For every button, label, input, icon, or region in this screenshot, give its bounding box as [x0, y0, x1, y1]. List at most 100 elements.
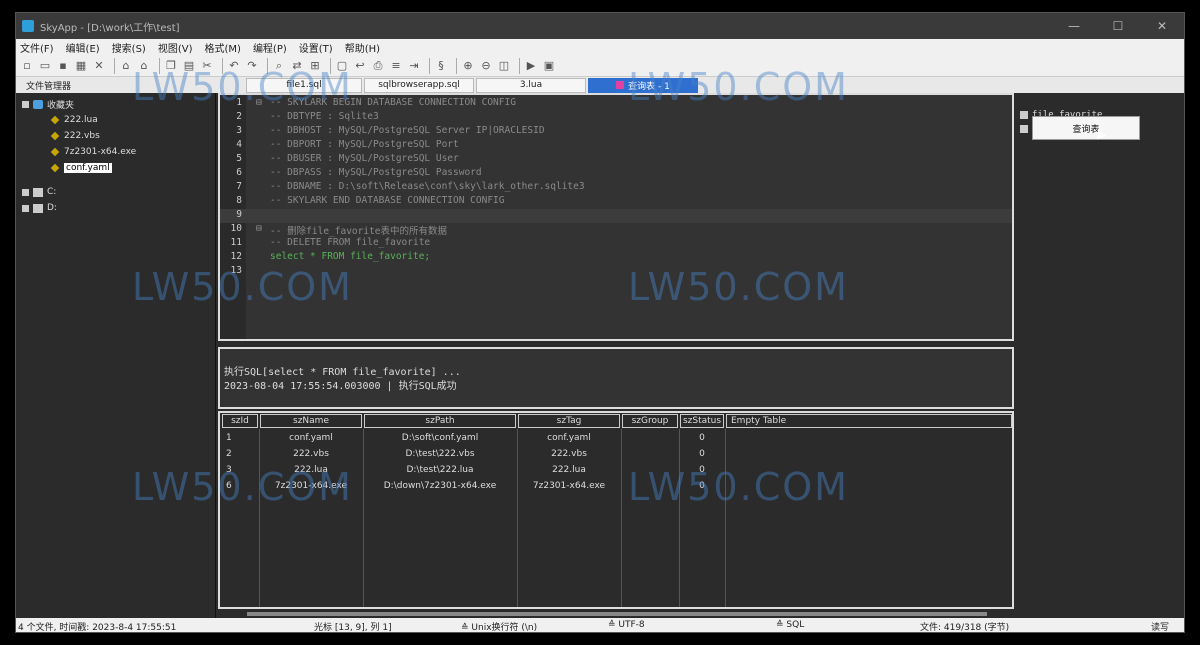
table-cell[interactable]: 0: [680, 431, 724, 445]
code-line[interactable]: 11 -- DELETE FROM file_favorite: [220, 237, 1012, 251]
tab-lua[interactable]: 3.lua: [476, 77, 586, 93]
table-cell[interactable]: 7z2301-x64.exe: [518, 479, 620, 493]
print-icon[interactable]: ⎙: [371, 59, 385, 73]
column-header[interactable]: szPath: [364, 414, 516, 428]
menu-view[interactable]: 视图(V): [158, 40, 193, 55]
column-header[interactable]: szTag: [518, 414, 620, 428]
save-icon[interactable]: ▪: [56, 59, 70, 73]
folder-icon[interactable]: ⌂: [137, 59, 151, 73]
code-line[interactable]: 3 -- DBHOST : MySQL/PostgreSQL Server IP|…: [220, 125, 1012, 139]
table-cell[interactable]: [622, 463, 678, 477]
table-cell[interactable]: 2: [222, 447, 258, 461]
table-cell[interactable]: [622, 447, 678, 461]
table-cell[interactable]: D:\soft\conf.yaml: [364, 431, 516, 445]
list-icon[interactable]: ≡: [389, 59, 403, 73]
context-menu-query-table[interactable]: 查询表: [1032, 116, 1140, 140]
table-cell[interactable]: 7z2301-x64.exe: [260, 479, 362, 493]
table-cell[interactable]: 1: [222, 431, 258, 445]
menu-edit[interactable]: 编辑(E): [66, 40, 100, 55]
code-line[interactable]: 9: [220, 209, 1012, 223]
replace-icon[interactable]: ⇄: [290, 59, 304, 73]
table-cell[interactable]: 222.vbs: [518, 447, 620, 461]
code-line[interactable]: 6 -- DBPASS : MySQL/PostgreSQL Password: [220, 167, 1012, 181]
symbol-icon[interactable]: §: [434, 59, 448, 73]
table-cell[interactable]: 3: [222, 463, 258, 477]
open-file-icon[interactable]: ▭: [38, 59, 52, 73]
undo-icon[interactable]: ↶: [227, 59, 241, 73]
table-cell[interactable]: 6: [222, 479, 258, 493]
tree-file[interactable]: 222.vbs: [50, 129, 100, 143]
fold-icon[interactable]: ⊟: [256, 223, 262, 234]
split-view-icon[interactable]: ◫: [497, 59, 511, 73]
table-cell[interactable]: D:\test\222.vbs: [364, 447, 516, 461]
code-line[interactable]: 13: [220, 265, 1012, 279]
table-cell[interactable]: 0: [680, 463, 724, 477]
table-cell[interactable]: conf.yaml: [518, 431, 620, 445]
table-cell[interactable]: [622, 431, 678, 445]
scrollbar-thumb[interactable]: [247, 612, 987, 616]
status-language[interactable]: ≙ SQL: [776, 620, 804, 630]
table-cell[interactable]: 222.lua: [260, 463, 362, 477]
table-cell[interactable]: 222.vbs: [260, 447, 362, 461]
close-file-icon[interactable]: ✕: [92, 59, 106, 73]
table-cell[interactable]: 0: [680, 447, 724, 461]
tab-file1-sql[interactable]: file1.sql: [246, 77, 362, 93]
status-encoding[interactable]: ≙ UTF-8: [608, 620, 645, 630]
table-cell[interactable]: [622, 479, 678, 493]
tree-drive-d[interactable]: D:: [22, 201, 57, 215]
code-line[interactable]: 4 -- DBPORT : MySQL/PostgreSQL Port: [220, 139, 1012, 153]
copy-icon[interactable]: ❐: [164, 59, 178, 73]
minimize-button[interactable]: —: [1052, 13, 1096, 39]
column-header[interactable]: Empty Table: [726, 414, 1012, 428]
zoom-out-icon[interactable]: ⊖: [479, 59, 493, 73]
tab-sqlbrowserapp-sql[interactable]: sqlbrowserapp.sql: [364, 77, 474, 93]
close-button[interactable]: ✕: [1140, 13, 1184, 39]
status-line-ending[interactable]: ≙ Unix换行符 (\n): [461, 620, 537, 632]
expand-toggle-icon[interactable]: [22, 204, 29, 212]
tree-drive-c[interactable]: C:: [22, 185, 56, 199]
menu-settings[interactable]: 设置(T): [299, 40, 333, 55]
menu-format[interactable]: 格式(M): [205, 40, 241, 55]
code-line[interactable]: 1 ⊟ -- SKYLARK BEGIN DATABASE CONNECTION C…: [220, 97, 1012, 111]
tree-file[interactable]: 7z2301-x64.exe: [50, 145, 136, 159]
tree-favorites[interactable]: 收藏夹: [22, 97, 74, 111]
horizontal-scrollbar[interactable]: [233, 610, 998, 618]
menu-program[interactable]: 编程(P): [253, 40, 287, 55]
table-cell[interactable]: D:\test\222.lua: [364, 463, 516, 477]
menu-search[interactable]: 搜索(S): [112, 40, 146, 55]
menu-file[interactable]: 文件(F): [20, 40, 54, 55]
code-line[interactable]: 10 ⊟ -- 删除file_favorite表中的所有数据: [220, 223, 1012, 237]
column-header[interactable]: szStatus: [680, 414, 724, 428]
column-header[interactable]: szGroup: [622, 414, 678, 428]
results-grid[interactable]: szId szName szPath szTag szGroup szStatu…: [218, 411, 1014, 609]
code-line[interactable]: 2 -- DBTYPE : Sqlite3: [220, 111, 1012, 125]
code-editor[interactable]: 1 ⊟ -- SKYLARK BEGIN DATABASE CONNECTION C…: [218, 93, 1014, 341]
maximize-button[interactable]: ☐: [1096, 13, 1140, 39]
cut-icon[interactable]: ✂: [200, 59, 214, 73]
column-header[interactable]: szId: [222, 414, 258, 428]
bookmark-icon[interactable]: ▢: [335, 59, 349, 73]
code-line[interactable]: 5 -- DBUSER : MySQL/PostgreSQL User: [220, 153, 1012, 167]
menu-help[interactable]: 帮助(H): [345, 40, 380, 55]
table-cell[interactable]: D:\down\7z2301-x64.exe: [364, 479, 516, 493]
tab-query-result[interactable]: 查询表 - 1: [588, 77, 698, 93]
code-line[interactable]: 12 select * FROM file_favorite;: [220, 251, 1012, 265]
save-all-icon[interactable]: ▦: [74, 59, 88, 73]
search-icon[interactable]: ⌕: [272, 59, 286, 73]
table-cell[interactable]: 222.lua: [518, 463, 620, 477]
fold-icon[interactable]: ⊟: [256, 97, 262, 108]
tree-file[interactable]: 222.lua: [50, 113, 98, 127]
home-icon[interactable]: ⌂: [119, 59, 133, 73]
run-options-icon[interactable]: ▣: [542, 59, 556, 73]
paste-icon[interactable]: ▤: [182, 59, 196, 73]
wrap-icon[interactable]: ↩: [353, 59, 367, 73]
zoom-in-icon[interactable]: ⊕: [461, 59, 475, 73]
table-cell[interactable]: 0: [680, 479, 724, 493]
column-header[interactable]: szName: [260, 414, 362, 428]
table-cell[interactable]: conf.yaml: [260, 431, 362, 445]
expand-toggle-icon[interactable]: [22, 188, 29, 196]
expand-toggle-icon[interactable]: [22, 100, 29, 108]
indent-icon[interactable]: ⇥: [407, 59, 421, 73]
find-in-files-icon[interactable]: ⊞: [308, 59, 322, 73]
code-line[interactable]: 8 -- SKYLARK END DATABASE CONNECTION CONF…: [220, 195, 1012, 209]
